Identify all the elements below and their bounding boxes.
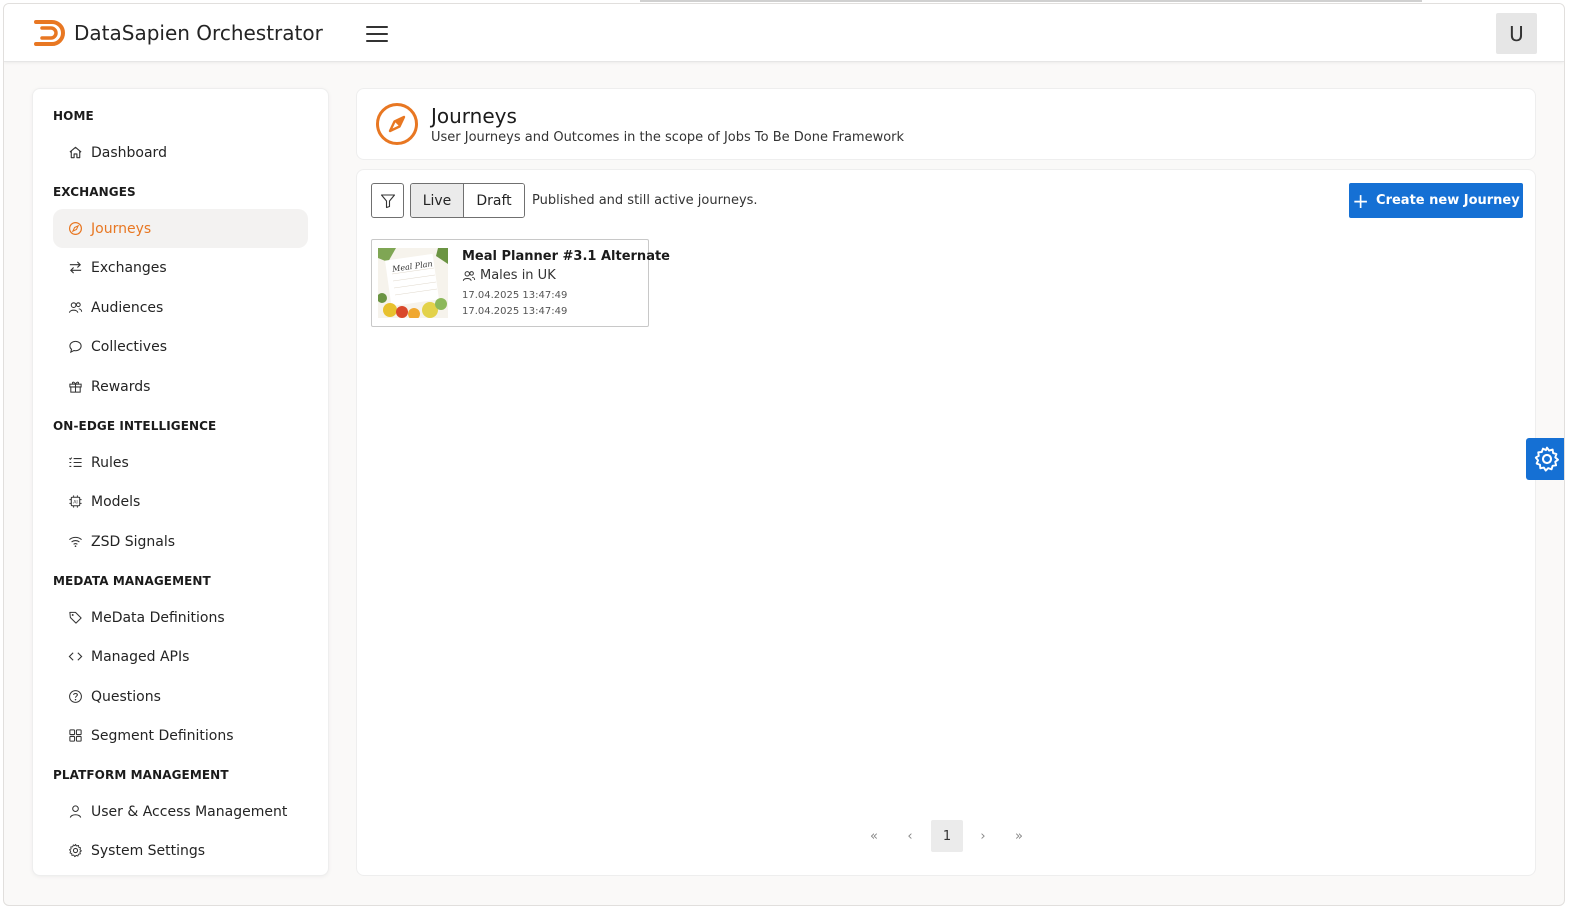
gift-icon <box>67 379 83 395</box>
tab-live[interactable]: Live <box>411 184 464 217</box>
journey-card[interactable]: Meal Plan Meal Planner #3.1 Alternate Ma… <box>371 239 670 327</box>
sidebar-item-exchanges[interactable]: Exchanges <box>53 248 308 287</box>
svg-text:AI: AI <box>73 500 78 506</box>
sidebar-item-rewards[interactable]: Rewards <box>53 367 308 406</box>
list-check-icon <box>67 455 83 471</box>
journey-updated-date: 17.04.2025 13:47:49 <box>462 306 568 317</box>
people-icon <box>462 270 476 281</box>
next-page-button[interactable]: › <box>967 820 999 852</box>
chat-icon <box>67 339 83 355</box>
pagination: « ‹ 1 › » <box>357 820 1535 852</box>
section-title-exchanges: EXCHANGES <box>53 185 136 199</box>
sidebar-item-managed-apis[interactable]: Managed APIs <box>53 637 308 676</box>
status-toggle: Live Draft <box>410 183 525 218</box>
menu-icon[interactable] <box>366 26 388 42</box>
compass-icon <box>376 103 418 145</box>
journey-thumbnail: Meal Plan <box>378 248 448 318</box>
wifi-icon <box>67 534 83 550</box>
filter-icon <box>380 193 395 208</box>
journey-created-date: 17.04.2025 13:47:49 <box>462 290 568 301</box>
prev-page-button[interactable]: ‹ <box>894 820 926 852</box>
app-window: DataSapien Orchestrator U HOME Dashboard… <box>3 3 1565 906</box>
question-icon <box>67 689 83 705</box>
grid-icon <box>67 728 83 744</box>
last-page-button[interactable]: » <box>1003 820 1035 852</box>
filter-button[interactable] <box>371 183 404 218</box>
sidebar-item-journeys[interactable]: Journeys <box>53 209 308 248</box>
person-icon <box>67 804 83 820</box>
tab-draft[interactable]: Draft <box>464 184 524 217</box>
sidebar-item-medata-definitions[interactable]: MeData Definitions <box>53 598 308 637</box>
gear-icon <box>1534 446 1559 472</box>
section-title-home: HOME <box>53 109 94 123</box>
journeys-panel: Live Draft Published and still active jo… <box>356 169 1536 876</box>
top-bar: DataSapien Orchestrator U <box>4 4 1564 62</box>
status-description: Published and still active journeys. <box>532 193 758 208</box>
sidebar-item-user-access-management[interactable]: User & Access Management <box>53 792 308 831</box>
sidebar-item-questions[interactable]: Questions <box>53 677 308 716</box>
first-page-button[interactable]: « <box>858 820 890 852</box>
sidebar-item-zsd-signals[interactable]: ZSD Signals <box>53 522 308 561</box>
sidebar: HOME Dashboard EXCHANGES Journeys Exchan… <box>32 88 329 876</box>
tag-icon <box>67 610 83 626</box>
page-subtitle: User Journeys and Outcomes in the scope … <box>431 130 905 145</box>
page-header: Journeys User Journeys and Outcomes in t… <box>356 88 1536 160</box>
sidebar-item-system-settings[interactable]: System Settings <box>53 831 308 870</box>
code-icon <box>67 649 83 665</box>
ai-chip-icon: AI <box>67 494 83 510</box>
datasapien-logo-icon <box>34 20 65 46</box>
arrows-swap-icon <box>67 260 83 276</box>
sidebar-item-audiences[interactable]: Audiences <box>53 288 308 327</box>
sidebar-item-rules[interactable]: Rules <box>53 443 308 482</box>
section-title-on-edge-intelligence: ON-EDGE INTELLIGENCE <box>53 419 217 433</box>
section-title-medata-management: MEDATA MANAGEMENT <box>53 574 211 588</box>
section-title-platform-management: PLATFORM MANAGEMENT <box>53 768 229 782</box>
journey-title: Meal Planner #3.1 Alternate <box>462 249 670 264</box>
create-journey-button[interactable]: + Create new Journey <box>1349 183 1523 218</box>
sidebar-item-dashboard[interactable]: Dashboard <box>53 133 308 172</box>
sidebar-item-collectives[interactable]: Collectives <box>53 327 308 366</box>
sidebar-item-models[interactable]: AI Models <box>53 482 308 521</box>
sidebar-item-segment-definitions[interactable]: Segment Definitions <box>53 716 308 755</box>
people-icon <box>67 300 83 316</box>
app-title: DataSapien Orchestrator <box>74 21 323 45</box>
page-1-button[interactable]: 1 <box>931 820 963 852</box>
plus-icon: + <box>1352 188 1370 213</box>
page-title: Journeys <box>431 104 517 128</box>
settings-fab[interactable] <box>1526 438 1564 480</box>
journey-audience: Males in UK <box>462 268 556 283</box>
user-avatar[interactable]: U <box>1496 13 1537 54</box>
top-scroll-indicator <box>640 0 1422 2</box>
gear-icon <box>67 843 83 859</box>
home-icon <box>67 145 83 161</box>
compass-icon <box>67 221 83 237</box>
